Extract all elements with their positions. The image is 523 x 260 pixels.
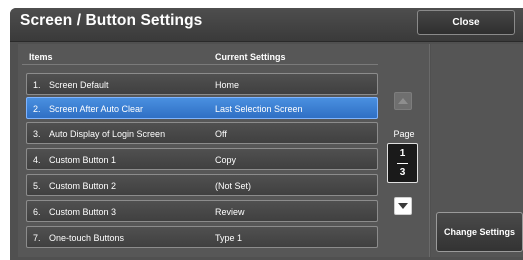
total-pages: 3 [399, 167, 406, 178]
page-up-button[interactable] [394, 92, 412, 110]
row-number: 4. [33, 155, 41, 165]
row-value: (Not Set) [215, 181, 252, 191]
triangle-down-icon [398, 203, 408, 209]
row-value: Review [215, 207, 245, 217]
row-label: Auto Display of Login Screen [49, 129, 166, 139]
row-number: 1. [33, 80, 41, 90]
row-label: One-touch Buttons [49, 233, 125, 243]
current-page: 1 [399, 148, 406, 159]
row-number: 5. [33, 181, 41, 191]
list-item-custom-button-3[interactable]: 6. Custom Button 3 Review [26, 200, 378, 222]
triangle-up-icon [398, 98, 408, 104]
page-fraction-bar [397, 163, 408, 164]
row-number: 3. [33, 129, 41, 139]
row-label: Screen Default [49, 80, 109, 90]
row-label: Custom Button 1 [49, 155, 117, 165]
row-number: 2. [33, 104, 41, 114]
list-item-auto-display-login[interactable]: 3. Auto Display of Login Screen Off [26, 122, 378, 144]
column-header-current-settings: Current Settings [215, 52, 286, 62]
list-item-custom-button-2[interactable]: 5. Custom Button 2 (Not Set) [26, 174, 378, 196]
row-label: Custom Button 2 [49, 181, 117, 191]
list-item-screen-default[interactable]: 1. Screen Default Home [26, 73, 378, 95]
list-item-custom-button-1[interactable]: 4. Custom Button 1 Copy [26, 148, 378, 170]
header-divider [22, 64, 378, 65]
row-value: Off [215, 129, 227, 139]
page-down-button[interactable] [394, 197, 412, 215]
list-item-one-touch-buttons[interactable]: 7. One-touch Buttons Type 1 [26, 226, 378, 248]
row-number: 6. [33, 207, 41, 217]
row-value: Type 1 [215, 233, 243, 243]
dialog-title: Screen / Button Settings [20, 12, 203, 29]
row-value: Copy [215, 155, 237, 165]
page-label: Page [393, 129, 415, 139]
list-item-screen-after-auto-clear[interactable]: 2. Screen After Auto Clear Last Selectio… [26, 97, 378, 119]
change-settings-button[interactable]: Change Settings [436, 212, 523, 252]
close-button[interactable]: Close [417, 10, 515, 35]
row-value: Home [215, 80, 240, 90]
column-header-items: Items [29, 52, 53, 62]
row-number: 7. [33, 233, 41, 243]
row-label: Custom Button 3 [49, 207, 117, 217]
row-value: Last Selection Screen [215, 104, 303, 114]
page-indicator: 1 3 [387, 143, 418, 183]
row-label: Screen After Auto Clear [49, 104, 144, 114]
